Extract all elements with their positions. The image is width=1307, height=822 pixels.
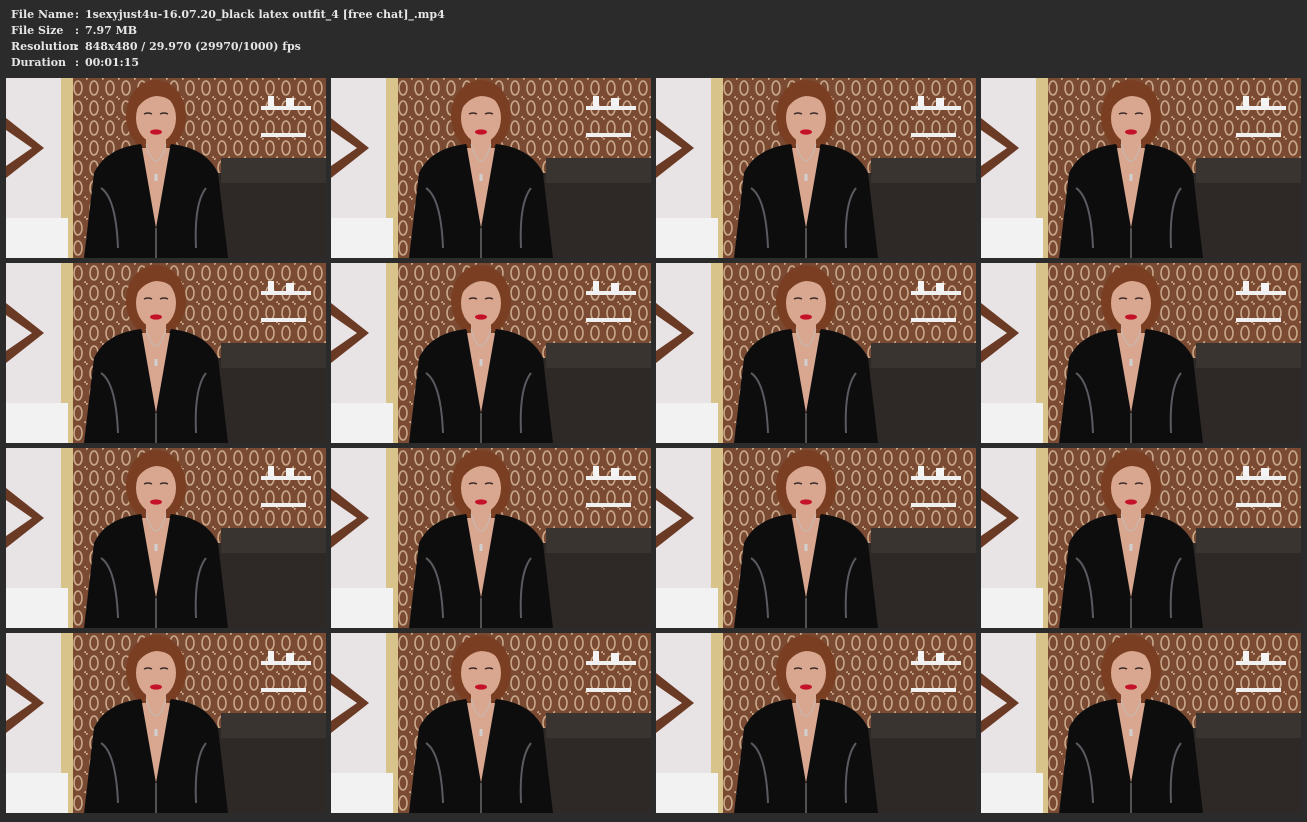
contact-sheet: File Name : 1sexyjust4u-16.07.20_black l… [0, 0, 1307, 822]
duration-label: Duration [11, 56, 67, 69]
video-frame-thumbnail [331, 78, 651, 258]
thumbnail-grid [6, 78, 1301, 813]
video-frame-thumbnail [331, 633, 651, 813]
file-name-row: File Name : 1sexyjust4u-16.07.20_black l… [11, 7, 445, 23]
video-frame-thumbnail-icon [6, 263, 326, 443]
resolution-row: Resolution : 848x480 / 29.970 (29970/100… [11, 39, 445, 55]
file-name-separator: : [75, 8, 80, 21]
file-name-value: 1sexyjust4u-16.07.20_black latex outfit_… [85, 8, 445, 21]
video-frame-thumbnail-icon [981, 263, 1301, 443]
video-frame-thumbnail [6, 78, 326, 258]
video-frame-thumbnail-icon [656, 633, 976, 813]
video-frame-thumbnail [981, 78, 1301, 258]
file-size-label: File Size [11, 24, 64, 37]
video-frame-thumbnail-icon [331, 78, 651, 258]
video-frame-thumbnail-icon [656, 78, 976, 258]
video-frame-thumbnail [656, 263, 976, 443]
file-info-panel: File Name : 1sexyjust4u-16.07.20_black l… [11, 7, 445, 71]
video-frame-thumbnail-icon [6, 633, 326, 813]
duration-separator: : [75, 56, 80, 69]
video-frame-thumbnail-icon [331, 633, 651, 813]
video-frame-thumbnail [981, 263, 1301, 443]
video-frame-thumbnail [6, 448, 326, 628]
video-frame-thumbnail-icon [981, 633, 1301, 813]
video-frame-thumbnail [331, 263, 651, 443]
file-size-value: 7.97 MB [85, 24, 138, 37]
duration-value: 00:01:15 [85, 56, 140, 69]
video-frame-thumbnail-icon [981, 78, 1301, 258]
video-frame-thumbnail [6, 633, 326, 813]
resolution-separator: : [75, 40, 80, 53]
video-frame-thumbnail [981, 448, 1301, 628]
resolution-value: 848x480 / 29.970 (29970/1000) fps [85, 40, 301, 53]
video-frame-thumbnail [656, 78, 976, 258]
file-name-label: File Name [11, 8, 74, 21]
video-frame-thumbnail [331, 448, 651, 628]
video-frame-thumbnail-icon [981, 448, 1301, 628]
video-frame-thumbnail-icon [331, 448, 651, 628]
resolution-label: Resolution [11, 40, 78, 53]
duration-row: Duration : 00:01:15 [11, 55, 445, 71]
video-frame-thumbnail-icon [331, 263, 651, 443]
video-frame-thumbnail-icon [6, 78, 326, 258]
video-frame-thumbnail-icon [656, 263, 976, 443]
file-size-separator: : [75, 24, 80, 37]
video-frame-thumbnail [981, 633, 1301, 813]
video-frame-thumbnail [6, 263, 326, 443]
file-size-row: File Size : 7.97 MB [11, 23, 445, 39]
video-frame-thumbnail [656, 633, 976, 813]
video-frame-thumbnail-icon [656, 448, 976, 628]
video-frame-thumbnail [656, 448, 976, 628]
video-frame-thumbnail-icon [6, 448, 326, 628]
